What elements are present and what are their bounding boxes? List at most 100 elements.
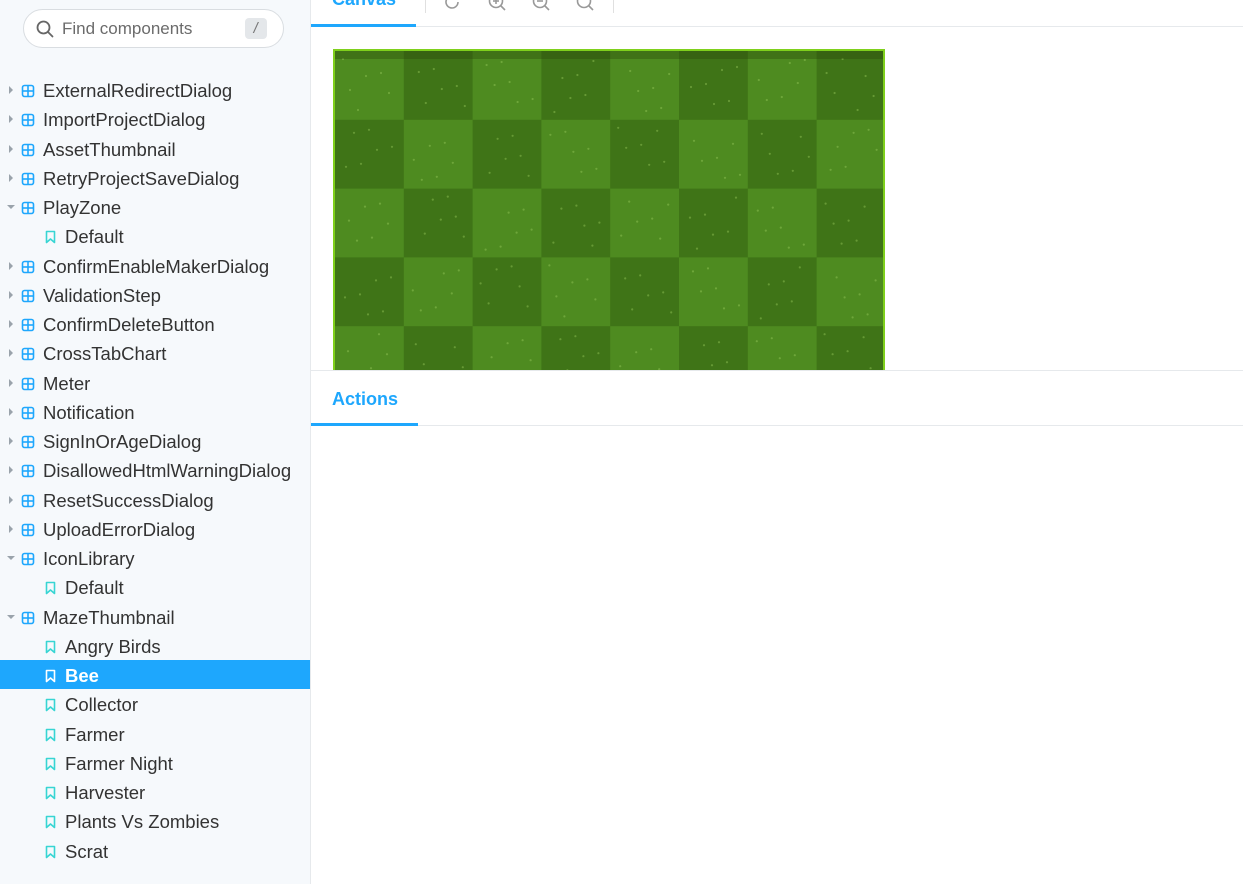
grass-speckle: [597, 352, 600, 355]
grass-speckle: [461, 366, 464, 369]
grass-speckle: [629, 69, 632, 73]
component-item[interactable]: MazeThumbnail: [0, 602, 310, 631]
grass-speckle: [757, 78, 760, 82]
grass-speckle: [390, 145, 394, 148]
grass-speckle: [352, 131, 356, 134]
story-item[interactable]: Scrat: [0, 836, 310, 865]
caret-right-icon[interactable]: [6, 524, 16, 534]
story-item[interactable]: Farmer Night: [0, 748, 310, 777]
toolbar-divider: [613, 0, 614, 13]
grass-speckle: [764, 229, 767, 232]
grass-speckle: [439, 218, 442, 221]
grass-speckle: [511, 134, 514, 137]
caret-right-icon[interactable]: [6, 114, 16, 124]
caret-right-icon[interactable]: [6, 290, 16, 300]
search-icon: [36, 20, 54, 38]
grass-tile: [403, 119, 474, 190]
grass-speckle: [768, 152, 771, 155]
caret-right-icon[interactable]: [6, 173, 16, 183]
grass-speckle: [500, 60, 503, 64]
tab-canvas[interactable]: Canvas: [311, 0, 416, 27]
grass-speckle: [428, 144, 431, 147]
caret-down-icon[interactable]: [6, 612, 16, 622]
component-item[interactable]: ExternalRedirectDialog: [0, 75, 310, 104]
caret-right-icon[interactable]: [6, 144, 16, 154]
grass-speckle: [526, 305, 529, 308]
component-item[interactable]: IconLibrary: [0, 543, 310, 572]
component-item[interactable]: DisallowedHtmlWarningDialog: [0, 455, 310, 484]
caret-down-icon[interactable]: [6, 553, 16, 563]
grass-speckle: [555, 295, 558, 298]
grass-speckle: [869, 367, 872, 370]
grass-speckle: [756, 209, 759, 212]
grass-speckle: [582, 355, 585, 358]
caret-right-icon[interactable]: [6, 378, 16, 388]
grass-speckle: [423, 232, 426, 235]
component-item[interactable]: CrossTabChart: [0, 338, 310, 367]
component-item[interactable]: UploadErrorDialog: [0, 514, 310, 543]
grass-speckle: [356, 108, 360, 112]
grass-speckle: [572, 150, 575, 153]
tab-actions[interactable]: Actions: [311, 371, 418, 426]
component-item[interactable]: Meter: [0, 368, 310, 397]
caret-right-icon[interactable]: [6, 465, 16, 475]
component-item[interactable]: SignInOrAgeDialog: [0, 426, 310, 455]
caret-right-icon[interactable]: [6, 348, 16, 358]
zoom-in-icon[interactable]: [487, 0, 507, 12]
component-item[interactable]: ValidationStep: [0, 280, 310, 309]
component-icon: [21, 289, 35, 303]
caret-right-icon[interactable]: [6, 436, 16, 446]
component-item[interactable]: PlayZone: [0, 192, 310, 221]
bookmark-icon: [45, 230, 56, 244]
grass-speckle: [355, 239, 359, 242]
grass-speckle: [760, 132, 763, 135]
grass-speckle: [493, 83, 496, 87]
component-item[interactable]: Notification: [0, 397, 310, 426]
story-item[interactable]: Angry Birds: [0, 631, 310, 660]
component-item[interactable]: ConfirmDeleteButton: [0, 309, 310, 338]
caret-down-icon[interactable]: [6, 202, 16, 212]
grass-speckle: [386, 222, 390, 225]
story-item[interactable]: Harvester: [0, 777, 310, 806]
story-item[interactable]: Default: [0, 572, 310, 601]
grass-speckle: [802, 243, 805, 246]
caret-right-icon[interactable]: [6, 407, 16, 417]
story-item[interactable]: Bee: [0, 660, 310, 690]
grass-speckle: [417, 70, 420, 74]
grass-speckle: [592, 59, 595, 63]
search-input[interactable]: [62, 10, 252, 47]
component-label: ResetSuccessDialog: [43, 489, 214, 511]
grass-speckle: [688, 216, 692, 219]
grass-speckle: [770, 337, 773, 340]
grass-tile: [541, 51, 611, 121]
grass-speckle: [835, 276, 838, 279]
story-item[interactable]: Collector: [0, 689, 310, 718]
caret-right-icon[interactable]: [6, 495, 16, 505]
zoom-out-icon[interactable]: [531, 0, 551, 12]
component-item[interactable]: ConfirmEnableMakerDialog: [0, 251, 310, 280]
component-item[interactable]: ResetSuccessDialog: [0, 485, 310, 514]
grass-speckle: [531, 97, 534, 101]
story-item[interactable]: Default: [0, 221, 310, 250]
zoom-reset-icon[interactable]: [575, 0, 595, 12]
grass-speckle: [639, 274, 642, 277]
component-item[interactable]: RetryProjectSaveDialog: [0, 163, 310, 192]
story-item[interactable]: Farmer: [0, 719, 310, 748]
grass-speckle: [375, 148, 379, 151]
grass-speckle: [518, 285, 521, 288]
grass-speckle: [414, 343, 417, 346]
component-item[interactable]: AssetThumbnail: [0, 134, 310, 163]
component-item[interactable]: ImportProjectDialog: [0, 104, 310, 133]
grass-speckle: [594, 298, 597, 301]
grass-tile: [335, 257, 405, 327]
caret-right-icon[interactable]: [6, 319, 16, 329]
grass-tile: [335, 326, 405, 370]
story-item[interactable]: Plants Vs Zombies: [0, 806, 310, 835]
component-label: AssetThumbnail: [43, 138, 176, 160]
caret-right-icon[interactable]: [6, 261, 16, 271]
grass-speckle: [775, 303, 778, 306]
grass-speckle: [553, 110, 556, 114]
reload-icon[interactable]: [443, 0, 463, 12]
search-box[interactable]: /: [23, 9, 284, 48]
caret-right-icon[interactable]: [6, 85, 16, 95]
